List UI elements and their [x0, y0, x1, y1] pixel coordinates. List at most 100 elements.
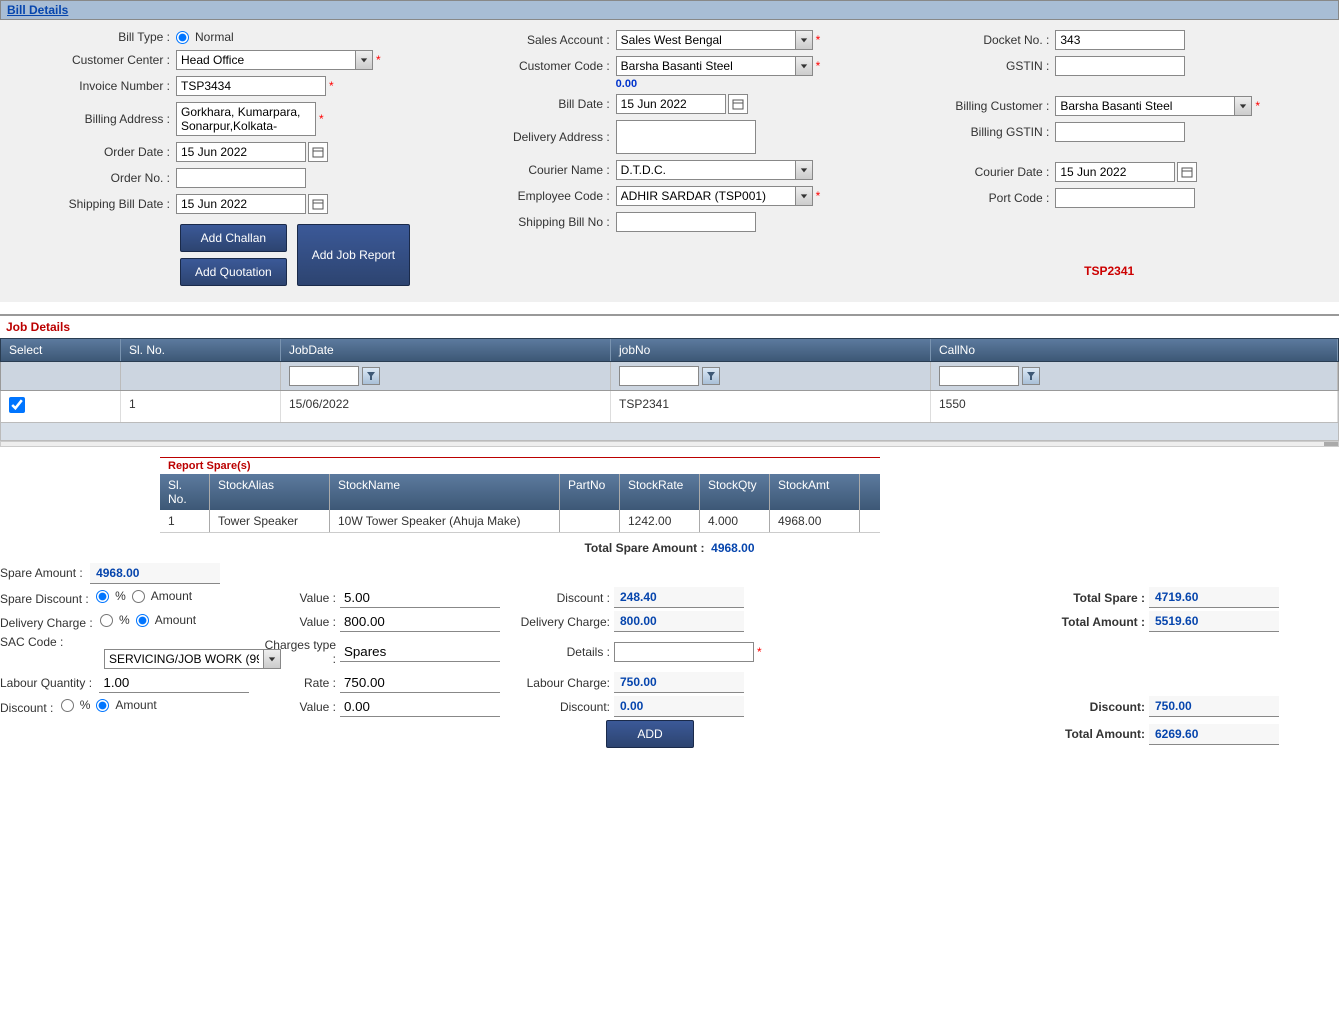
row-select-checkbox[interactable] [9, 397, 25, 413]
spare-disc-amt-radio[interactable] [132, 590, 145, 603]
required-star: * [376, 53, 381, 67]
disc2-amt-radio[interactable] [96, 699, 109, 712]
dropdown-icon[interactable] [795, 30, 813, 50]
port-code-label: Port Code : [909, 191, 1049, 205]
ship-no-input[interactable] [616, 212, 756, 232]
lab-qty-input[interactable] [99, 673, 249, 693]
del-chg-value: 800.00 [614, 611, 744, 632]
disc2-pct-radio[interactable] [61, 699, 74, 712]
del-value-input[interactable] [340, 612, 500, 632]
cust-code-input[interactable] [616, 56, 796, 76]
filter-icon[interactable] [702, 367, 720, 385]
dropdown-icon[interactable] [1234, 96, 1252, 116]
jobdate-filter-input[interactable] [289, 366, 359, 386]
docket-label: Docket No. : [909, 33, 1049, 47]
callno-filter-input[interactable] [939, 366, 1019, 386]
row-sl: 1 [121, 391, 281, 422]
required-star: * [816, 189, 821, 203]
cust-center-label: Customer Center : [30, 53, 170, 67]
col-sl[interactable]: Sl. No. [121, 339, 281, 361]
cust-code-label: Customer Code : [470, 59, 610, 73]
col-jobdate[interactable]: JobDate [281, 339, 611, 361]
required-star: * [329, 79, 334, 93]
credit-amount: 0.00 [616, 78, 870, 90]
bill-addr-label: Billing Address : [30, 112, 170, 126]
ship-date-input[interactable] [176, 194, 306, 214]
dropdown-icon[interactable] [795, 186, 813, 206]
dropdown-icon[interactable] [795, 56, 813, 76]
order-date-input[interactable] [176, 142, 306, 162]
disc2-label: Discount : [0, 701, 53, 715]
tsp-ref-label: TSP2341 [1084, 264, 1134, 278]
add-button[interactable]: ADD [606, 720, 693, 748]
bill-form: Bill Type : Normal Customer Center : * I… [0, 20, 1339, 302]
disc2-disc-value: 0.00 [614, 696, 744, 717]
cust-center-input[interactable] [176, 50, 356, 70]
required-star: * [816, 33, 821, 47]
spares-header-row: Sl. No. StockAlias StockName PartNo Stoc… [160, 474, 880, 510]
grid-scrollbar[interactable] [0, 441, 1339, 447]
courier-date-input[interactable] [1055, 162, 1175, 182]
bill-addr-textarea[interactable]: Gorkhara, Kumarpara, Sonarpur,Kolkata- [176, 102, 316, 136]
courier-input[interactable] [616, 160, 796, 180]
calendar-icon[interactable] [728, 94, 748, 114]
row-jobdate: 15/06/2022 [281, 391, 611, 422]
job-grid-row[interactable]: 1 15/06/2022 TSP2341 1550 [0, 391, 1339, 423]
discount-value: 248.40 [614, 587, 744, 608]
add-challan-button[interactable]: Add Challan [180, 224, 287, 252]
required-star: * [816, 59, 821, 73]
calendar-icon[interactable] [308, 194, 328, 214]
disc-value-input[interactable] [340, 588, 500, 608]
cust-center-dropdown-icon[interactable] [355, 50, 373, 70]
order-date-label: Order Date : [30, 145, 170, 159]
bill-gstin-input[interactable] [1055, 122, 1185, 142]
add-quotation-button[interactable]: Add Quotation [180, 258, 287, 286]
required-star: * [319, 112, 324, 126]
calendar-icon[interactable] [308, 142, 328, 162]
emp-code-input[interactable] [616, 186, 796, 206]
del-chg-label: Delivery Charge : [0, 616, 93, 630]
calendar-icon[interactable] [1177, 162, 1197, 182]
dropdown-icon[interactable] [795, 160, 813, 180]
job-grid-header-row: Select Sl. No. JobDate jobNo CallNo [0, 338, 1339, 362]
job-details-header: Job Details [0, 314, 1339, 338]
bill-gstin-label: Billing GSTIN : [909, 125, 1049, 139]
bill-type-normal-radio[interactable] [176, 31, 189, 44]
jobno-filter-input[interactable] [619, 366, 699, 386]
ship-no-label: Shipping Bill No : [470, 215, 610, 229]
invoice-input[interactable] [176, 76, 326, 96]
port-code-input[interactable] [1055, 188, 1195, 208]
rate-input[interactable] [340, 673, 500, 693]
col-select[interactable]: Select [1, 339, 121, 361]
total-spare-amount: Total Spare Amount : 4968.00 [0, 533, 1339, 563]
bill-cust-input[interactable] [1055, 96, 1235, 116]
spare-disc-pct-radio[interactable] [96, 590, 109, 603]
details-input[interactable] [614, 642, 754, 662]
del-chg-amt-radio[interactable] [136, 614, 149, 627]
docket-input[interactable] [1055, 30, 1185, 50]
col-jobno[interactable]: jobNo [611, 339, 931, 361]
col-callno[interactable]: CallNo [931, 339, 1338, 361]
courier-label: Courier Name : [470, 163, 610, 177]
filter-icon[interactable] [1022, 367, 1040, 385]
row-jobno: TSP2341 [611, 391, 931, 422]
gstin-input[interactable] [1055, 56, 1185, 76]
job-grid: Select Sl. No. JobDate jobNo CallNo 1 15… [0, 338, 1339, 441]
filter-icon[interactable] [362, 367, 380, 385]
sac-label: SAC Code : [0, 635, 63, 649]
add-job-report-button[interactable]: Add Job Report [297, 224, 410, 286]
order-no-input[interactable] [176, 168, 306, 188]
disc2-value-input[interactable] [340, 697, 500, 717]
spare-amt-value: 4968.00 [90, 563, 220, 584]
del-addr-textarea[interactable] [616, 120, 756, 154]
charges-type-input[interactable] [340, 642, 500, 662]
job-grid-filter-row [0, 362, 1339, 391]
del-chg-pct-radio[interactable] [100, 614, 113, 627]
final-total-value: 6269.60 [1149, 724, 1279, 745]
spares-row[interactable]: 1 Tower Speaker 10W Tower Speaker (Ahuja… [160, 510, 880, 533]
ship-date-label: Shipping Bill Date : [30, 197, 170, 211]
bill-date-input[interactable] [616, 94, 726, 114]
bill-date-label: Bill Date : [470, 97, 610, 111]
sac-input[interactable] [104, 649, 264, 669]
sales-acc-input[interactable] [616, 30, 796, 50]
